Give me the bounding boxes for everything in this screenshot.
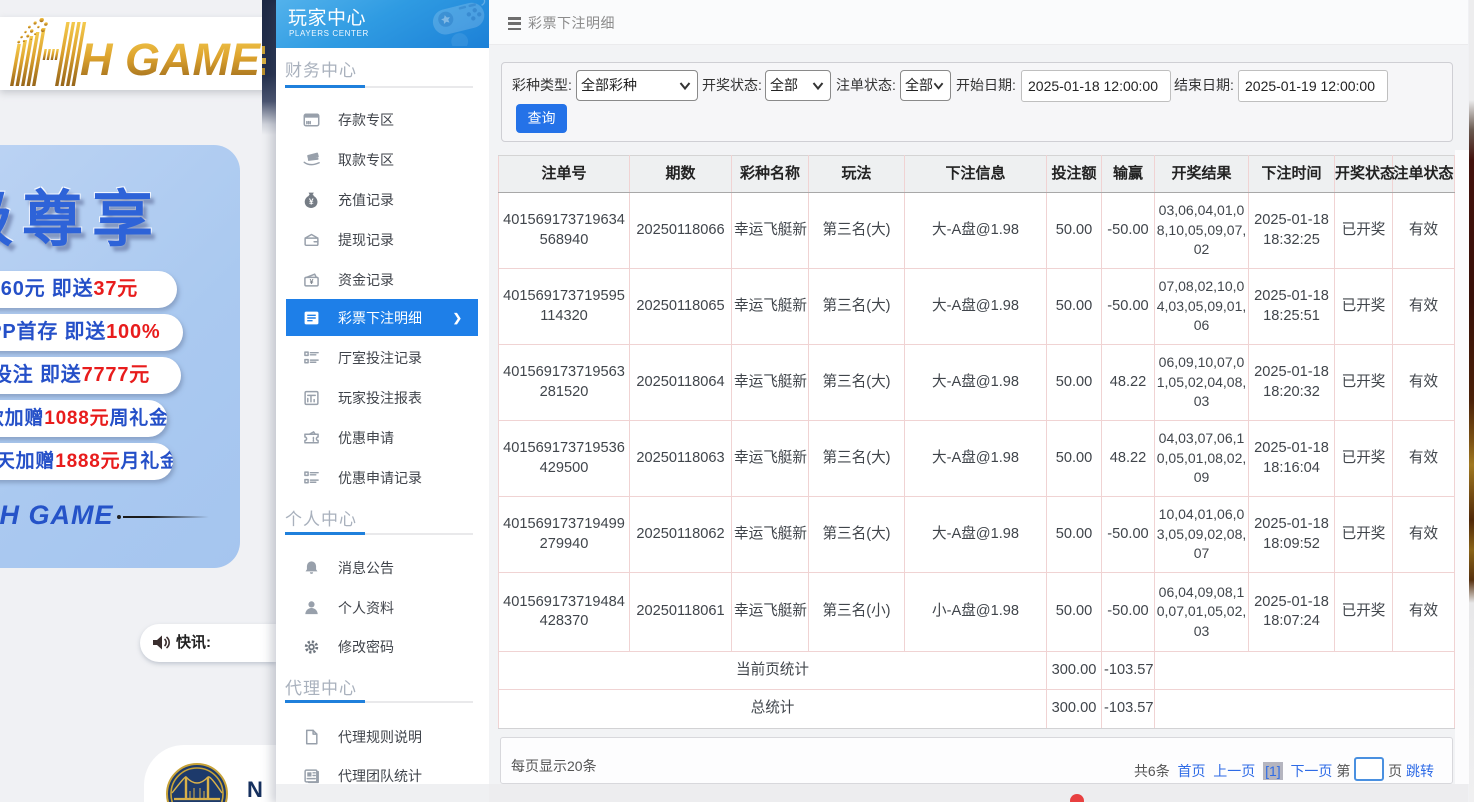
svg-text:¥: ¥	[309, 196, 314, 206]
svg-text:¥: ¥	[310, 279, 314, 286]
svg-text:H GAME: H GAME	[80, 34, 262, 85]
